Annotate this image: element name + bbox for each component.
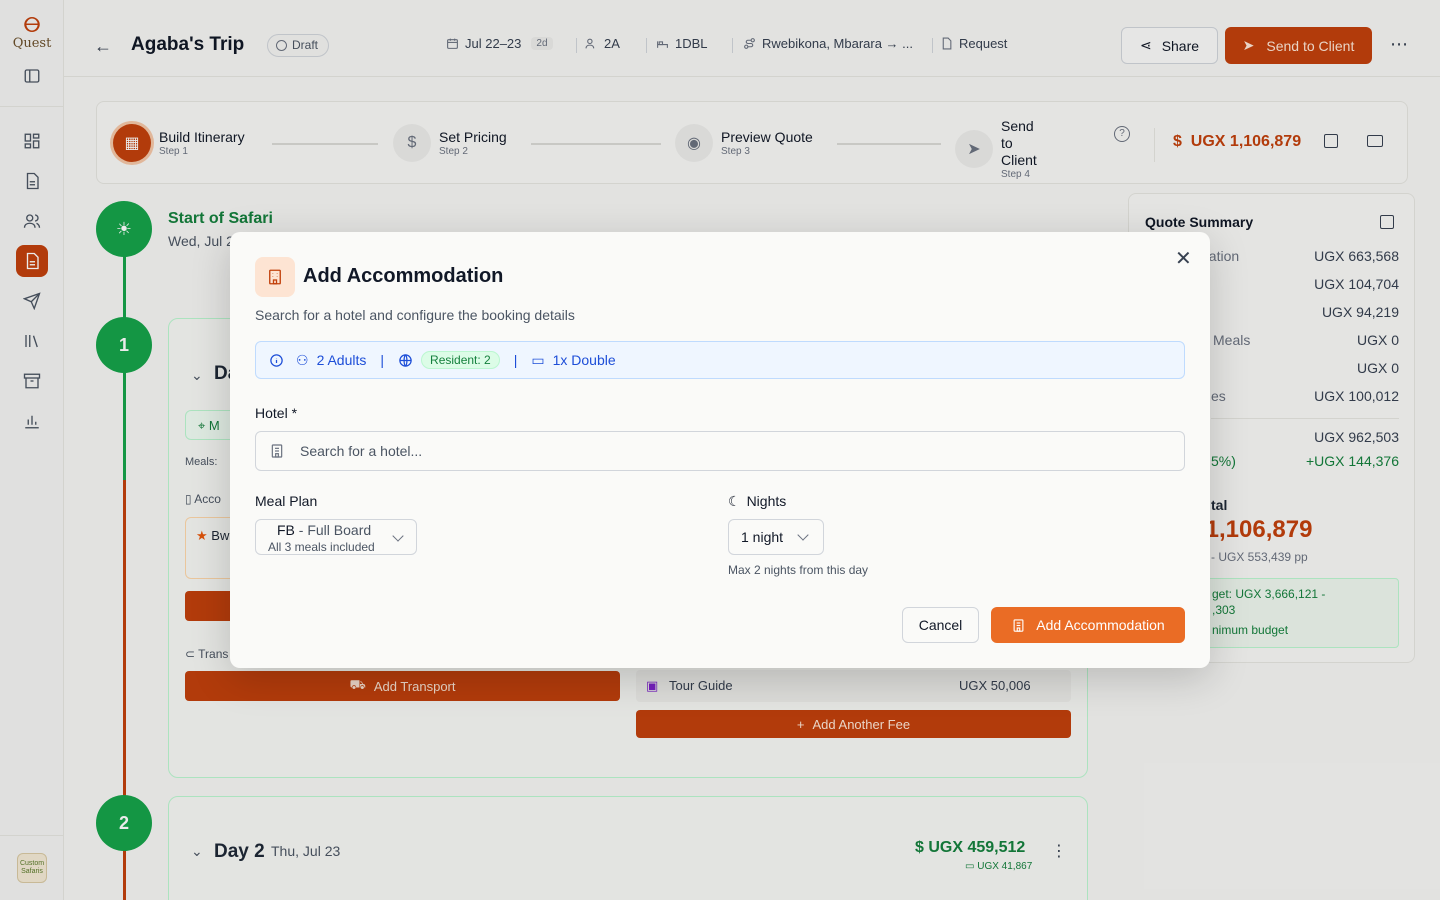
hotel-icon xyxy=(1013,618,1024,632)
booking-info-bar: ⚇ 2 Adults | Resident: 2 | ▭ 1x Double xyxy=(255,341,1185,379)
resident-badge: Resident: 2 xyxy=(421,351,500,369)
hotel-icon xyxy=(269,443,285,459)
meal-plan-select[interactable]: FB - Full Board All 3 meals included xyxy=(255,519,417,555)
meal-plan-description: All 3 meals included xyxy=(268,540,375,554)
info-icon xyxy=(270,353,283,367)
nights-value: 1 night xyxy=(741,529,784,545)
hotel-search-field[interactable] xyxy=(255,431,1185,471)
adults-count: 2 Adults xyxy=(316,352,367,368)
hotel-label: Hotel * xyxy=(255,405,298,421)
hotel-search-input[interactable] xyxy=(300,432,1170,470)
add-accommodation-dialog: Add Accommodation ✕ Search for a hotel a… xyxy=(230,232,1210,668)
info-separator: | xyxy=(380,352,385,368)
moon-icon: ☾ xyxy=(728,493,741,509)
dialog-subtitle: Search for a hotel and configure the boo… xyxy=(255,307,575,323)
info-separator: | xyxy=(513,352,518,368)
room-config: 1x Double xyxy=(552,352,616,368)
dialog-title: Add Accommodation xyxy=(303,265,504,287)
users-icon: ⚇ xyxy=(296,351,309,368)
nights-select[interactable]: 1 night xyxy=(728,519,824,555)
globe-icon xyxy=(399,353,412,367)
chevron-down-icon xyxy=(797,529,809,541)
nights-label: ☾ Nights xyxy=(728,493,787,509)
meal-plan-value: FB - Full Board xyxy=(277,522,372,538)
bed-icon: ▭ xyxy=(531,351,545,368)
add-accommodation-button[interactable]: Add Accommodation xyxy=(991,607,1185,643)
meal-plan-label: Meal Plan xyxy=(255,493,318,509)
cancel-button[interactable]: Cancel xyxy=(902,607,979,643)
hotel-icon xyxy=(255,257,295,297)
nights-hint: Max 2 nights from this day xyxy=(728,563,869,577)
close-icon[interactable]: ✕ xyxy=(1175,246,1192,271)
chevron-down-icon xyxy=(392,530,404,542)
